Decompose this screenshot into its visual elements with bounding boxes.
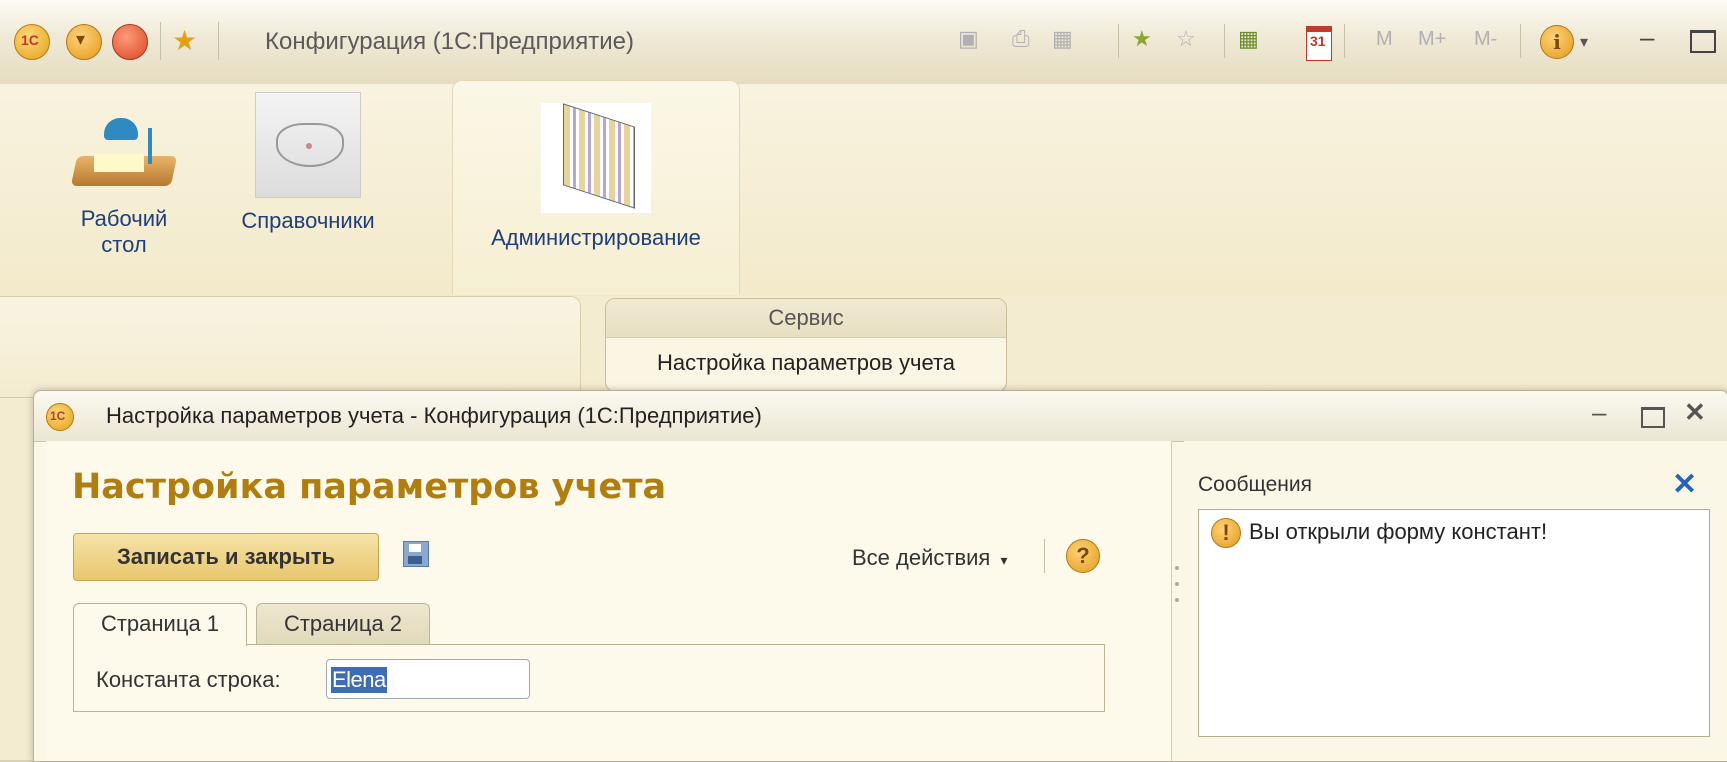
1c-logo-icon: 1C [46, 403, 74, 431]
messages-panel: Сообщения ✕ ! Вы открыли форму констант! [1184, 441, 1727, 761]
section-catalogs[interactable]: Справочники [220, 92, 396, 262]
sections-panel: Рабочий стол Справочники Администрирован… [0, 80, 1727, 296]
close-icon[interactable]: ✕ [1672, 467, 1697, 502]
left-commands-panel [0, 296, 581, 398]
warning-icon: ! [1211, 518, 1241, 548]
info-dropdown-icon[interactable]: ▾ [1580, 32, 1588, 52]
favorite-add-icon[interactable]: ★ [1132, 26, 1152, 52]
calendar-icon[interactable]: 31 [1306, 26, 1332, 61]
tab-page-1[interactable]: Страница 1 [73, 603, 247, 646]
child-titlebar: 1C Настройка параметров учета - Конфигур… [34, 391, 1727, 442]
constant-string-value: Elena [331, 667, 387, 693]
save-icon[interactable]: ▣ [958, 26, 979, 52]
constant-string-input[interactable]: Elena [326, 659, 530, 699]
form-title: Настройка параметров учета [72, 467, 667, 507]
1c-logo-icon[interactable]: 1C [14, 24, 50, 60]
child-window-title: Настройка параметров учета - Конфигураци… [106, 403, 762, 428]
main-menu-icon[interactable]: ▾ [66, 24, 102, 60]
service-group-header: Сервис [606, 299, 1006, 338]
write-and-close-button[interactable]: Записать и закрыть [73, 533, 379, 581]
form-area: Настройка параметров учета Записать и за… [46, 441, 1172, 761]
maximize-icon[interactable] [1641, 407, 1665, 428]
favorite-icon[interactable]: ☆ [1176, 26, 1196, 52]
print-icon[interactable]: ⎙ [1012, 26, 1030, 52]
favorites-star-icon[interactable]: ★ [172, 24, 197, 57]
constant-string-label: Константа строка: [96, 667, 281, 692]
tab-page-2[interactable]: Страница 2 [256, 603, 430, 644]
accounting-settings-window: 1C Настройка параметров учета - Конфигур… [33, 390, 1727, 762]
close-icon[interactable]: ✕ [1684, 397, 1706, 428]
messages-list: ! Вы открыли форму констант! [1198, 509, 1710, 737]
cat-icon [255, 92, 361, 198]
list-item[interactable]: ! Вы открыли форму констант! [1211, 518, 1547, 548]
memory-plus-icon[interactable]: M+ [1418, 28, 1446, 51]
save-icon[interactable] [403, 541, 429, 567]
main-window-title: Конфигурация (1С:Предприятие) [265, 28, 634, 55]
calendar-day: 31 [1310, 33, 1326, 49]
memory-m-icon[interactable]: M [1376, 28, 1393, 51]
tab-content: Константа строка: Elena [73, 644, 1105, 712]
maximize-icon[interactable] [1690, 30, 1716, 53]
memory-minus-icon[interactable]: M- [1474, 28, 1497, 51]
chevron-down-icon: ▾ [1000, 552, 1008, 568]
messages-title: Сообщения [1198, 473, 1312, 496]
section-administration-label: Администрирование [491, 225, 701, 250]
main-window: 1C ▾ ★ Конфигурация (1С:Предприятие) ▣ ⎙… [0, 0, 1727, 762]
accounting-settings-link[interactable]: Настройка параметров учета [606, 338, 1006, 390]
close-app-icon[interactable] [112, 24, 148, 60]
info-icon[interactable]: i [1540, 25, 1574, 59]
service-group: Сервис Настройка параметров учета [605, 298, 1007, 392]
folders-icon [541, 103, 651, 213]
minimize-icon[interactable]: – [1640, 22, 1654, 53]
calculator-icon[interactable]: ▦ [1238, 26, 1259, 52]
message-text: Вы открыли форму констант! [1249, 518, 1548, 544]
all-actions-menu[interactable]: Все действия ▾ [852, 545, 1008, 571]
help-button[interactable]: ? [1066, 539, 1100, 573]
section-administration[interactable]: Администрирование [452, 80, 740, 295]
all-actions-label: Все действия [852, 545, 991, 570]
desk-lamp-icon [64, 98, 184, 198]
section-desktop-label: Рабочий [80, 206, 168, 231]
panel-splitter[interactable] [1175, 566, 1181, 614]
section-desktop-label-2: стол [101, 232, 147, 257]
preview-icon[interactable]: ▦ [1052, 26, 1073, 52]
section-catalogs-label: Справочники [241, 208, 375, 233]
section-desktop[interactable]: Рабочий стол [50, 98, 198, 268]
minimize-icon[interactable]: – [1592, 397, 1606, 428]
main-titlebar: 1C ▾ ★ Конфигурация (1С:Предприятие) ▣ ⎙… [0, 0, 1727, 85]
